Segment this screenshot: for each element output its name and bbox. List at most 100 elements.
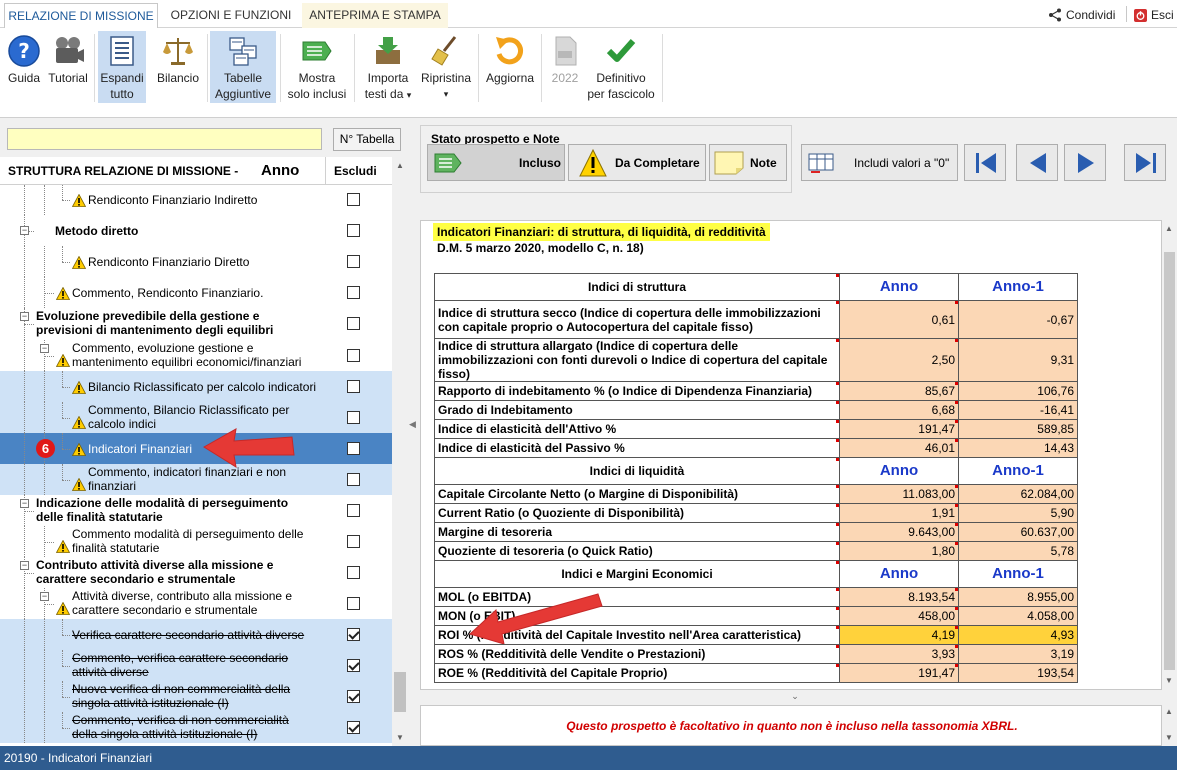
anno-2022-button[interactable]: 2022: [546, 31, 584, 103]
share-button[interactable]: Condividi: [1048, 5, 1115, 25]
escludi-checkbox[interactable]: [347, 597, 360, 610]
escludi-checkbox[interactable]: [347, 349, 360, 362]
escludi-checkbox[interactable]: [347, 535, 360, 548]
ripristina-button[interactable]: Ripristina ▾: [417, 31, 475, 103]
panel-splitter[interactable]: ◀: [408, 119, 416, 746]
value-anno[interactable]: 458,00: [839, 606, 959, 626]
escludi-checkbox[interactable]: [347, 690, 360, 703]
value-anno-1[interactable]: 589,85: [958, 419, 1078, 439]
value-anno-1[interactable]: 106,76: [958, 381, 1078, 401]
scrollbar-thumb[interactable]: [1164, 252, 1175, 670]
left-scrollbar[interactable]: ▲ ▼: [392, 157, 408, 746]
value-anno[interactable]: 191,47: [839, 663, 959, 683]
value-anno[interactable]: 2,50: [839, 338, 959, 382]
scroll-down-icon[interactable]: ▼: [1165, 676, 1173, 685]
escludi-checkbox[interactable]: [347, 628, 360, 641]
tree-item[interactable]: Verifica carattere secondario attività d…: [0, 619, 392, 650]
tree-item[interactable]: Commento modalità di perseguimento delle…: [0, 526, 392, 557]
da-completare-button[interactable]: Da Completare: [568, 144, 706, 181]
escludi-checkbox[interactable]: [347, 411, 360, 424]
value-anno-1[interactable]: 14,43: [958, 438, 1078, 458]
value-anno[interactable]: 11.083,00: [839, 484, 959, 504]
sheet-scrollbar[interactable]: ▲ ▼: [1162, 220, 1177, 690]
escludi-checkbox[interactable]: [347, 317, 360, 330]
guida-button[interactable]: ? Guida: [4, 31, 44, 103]
value-anno-1[interactable]: -16,41: [958, 400, 1078, 420]
escludi-checkbox[interactable]: [347, 566, 360, 579]
value-anno-1[interactable]: 5,78: [958, 541, 1078, 561]
escludi-checkbox[interactable]: [347, 504, 360, 517]
value-anno[interactable]: 46,01: [839, 438, 959, 458]
mostra-solo-inclusi-button[interactable]: Mostra solo inclusi: [284, 31, 350, 103]
escludi-checkbox[interactable]: [347, 659, 360, 672]
value-anno[interactable]: 4,19: [839, 625, 959, 645]
importa-testi-button[interactable]: Importa testi da ▾: [361, 31, 415, 103]
value-anno-1[interactable]: 60.637,00: [958, 522, 1078, 542]
value-anno[interactable]: 6,68: [839, 400, 959, 420]
escludi-checkbox[interactable]: [347, 721, 360, 734]
value-anno[interactable]: 9.643,00: [839, 522, 959, 542]
previous-record-button[interactable]: [1016, 144, 1058, 181]
aggiorna-button[interactable]: Aggiorna: [482, 31, 538, 103]
value-anno-1[interactable]: 62.084,00: [958, 484, 1078, 504]
tree-item[interactable]: Rendiconto Finanziario Diretto: [0, 246, 392, 277]
tree-item[interactable]: Nuova verifica di non commercialità dell…: [0, 681, 392, 712]
scroll-up-icon[interactable]: ▲: [396, 161, 404, 170]
value-anno[interactable]: 3,93: [839, 644, 959, 664]
bilancio-button[interactable]: Bilancio: [152, 31, 204, 103]
tree-item[interactable]: Commento, verifica carattere secondario a…: [0, 650, 392, 681]
tree-item[interactable]: − Evoluzione prevedibile della gestione e…: [0, 308, 392, 340]
escludi-checkbox[interactable]: [347, 286, 360, 299]
tab-opzioni-e-funzioni[interactable]: OPZIONI E FUNZIONI: [160, 3, 302, 28]
value-anno[interactable]: 1,91: [839, 503, 959, 523]
definitivo-per-fascicolo-button[interactable]: Definitivo per fascicolo: [586, 31, 656, 103]
scroll-up-icon[interactable]: ▲: [1165, 707, 1173, 716]
n-tabella-button[interactable]: N° Tabella: [333, 128, 401, 151]
escludi-checkbox[interactable]: [347, 380, 360, 393]
collapse-bottom-icon[interactable]: ⌄: [788, 691, 802, 701]
tree-item[interactable]: − Indicazione delle modalità di perseguim…: [0, 495, 392, 526]
tree-collapse-icon[interactable]: −: [20, 561, 29, 570]
value-anno[interactable]: 191,47: [839, 419, 959, 439]
last-record-button[interactable]: [1124, 144, 1166, 181]
tree-collapse-icon[interactable]: −: [40, 592, 49, 601]
tab-relazione-di-missione[interactable]: RELAZIONE DI MISSIONE: [4, 3, 158, 29]
scrollbar-thumb[interactable]: [394, 672, 406, 712]
tree-item[interactable]: − Attività diverse, contributo alla missi…: [0, 588, 392, 619]
tree-item[interactable]: Bilancio Riclassificato per calcolo indi…: [0, 371, 392, 402]
search-input[interactable]: [7, 128, 322, 150]
scroll-down-icon[interactable]: ▼: [396, 733, 404, 742]
tree-item[interactable]: Commento, verifica di non commercialità d…: [0, 712, 392, 743]
tree-collapse-icon[interactable]: −: [20, 226, 29, 235]
exit-button[interactable]: Esci: [1134, 5, 1174, 25]
first-record-button[interactable]: [964, 144, 1006, 181]
note-scrollbar[interactable]: ▲ ▼: [1162, 705, 1177, 746]
tutorial-button[interactable]: Tutorial: [45, 31, 91, 103]
includi-valori-zero-button[interactable]: Includi valori a "0": [801, 144, 958, 181]
next-record-button[interactable]: [1064, 144, 1106, 181]
tree-item[interactable]: − Commento, evoluzione gestione e mantenim…: [0, 340, 392, 371]
value-anno-1[interactable]: 4,93: [958, 625, 1078, 645]
value-anno-1[interactable]: 5,90: [958, 503, 1078, 523]
value-anno[interactable]: 1,80: [839, 541, 959, 561]
tree-item[interactable]: − Metodo diretto: [0, 215, 392, 246]
tab-anteprima-e-stampa[interactable]: ANTEPRIMA E STAMPA: [302, 3, 448, 28]
value-anno[interactable]: 85,67: [839, 381, 959, 401]
tree-item[interactable]: Commento, Bilancio Riclassificato per cal…: [0, 402, 392, 433]
scroll-down-icon[interactable]: ▼: [1165, 733, 1173, 742]
value-anno-1[interactable]: 9,31: [958, 338, 1078, 382]
value-anno-1[interactable]: 8.955,00: [958, 587, 1078, 607]
value-anno-1[interactable]: 4.058,00: [958, 606, 1078, 626]
tree-item[interactable]: Indicatori Finanziari: [0, 433, 392, 464]
escludi-checkbox[interactable]: [347, 442, 360, 455]
scroll-up-icon[interactable]: ▲: [1165, 224, 1173, 233]
tree-item[interactable]: Commento, Rendiconto Finanziario.: [0, 277, 392, 308]
incluso-button[interactable]: Incluso: [427, 144, 565, 181]
value-anno-1[interactable]: 3,19: [958, 644, 1078, 664]
tree-collapse-icon[interactable]: −: [20, 499, 29, 508]
tree-item[interactable]: Commento, indicatori finanziari e non fin…: [0, 464, 392, 495]
note-button[interactable]: Note: [709, 144, 787, 181]
value-anno-1[interactable]: 193,54: [958, 663, 1078, 683]
value-anno[interactable]: 8.193,54: [839, 587, 959, 607]
value-anno[interactable]: 0,61: [839, 300, 959, 339]
